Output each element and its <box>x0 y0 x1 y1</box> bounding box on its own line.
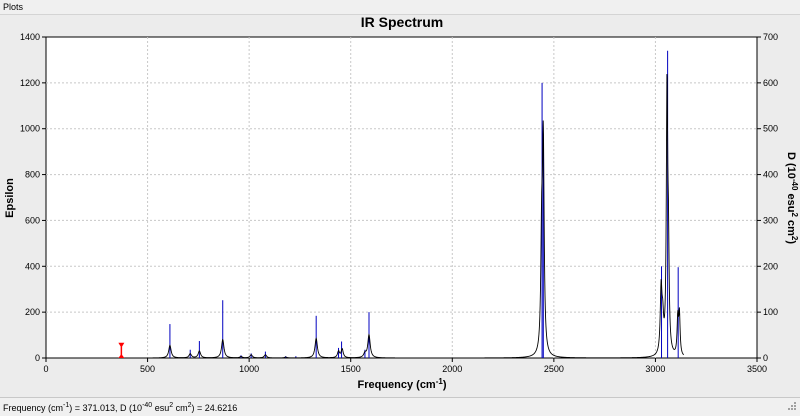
cursor-readout: Frequency (cm-1) = 371.013, D (10-40 esu… <box>3 402 238 413</box>
x-tick-label: 2000 <box>442 364 462 374</box>
x-tick-label: 3500 <box>747 364 767 374</box>
y2-tick-label: 0 <box>763 353 768 363</box>
y-axis-left: 0 200 400 600 800 1000 1200 1400 <box>20 32 46 363</box>
y-tick-label: 1000 <box>20 124 40 134</box>
y-tick-label: 600 <box>25 215 40 225</box>
x-tick-label: 500 <box>140 364 155 374</box>
window-title-bar: Plots <box>0 0 800 15</box>
y-tick-label: 200 <box>25 307 40 317</box>
y-tick-label: 800 <box>25 170 40 180</box>
y2-tick-label: 200 <box>763 261 778 271</box>
x-tick-label: 2500 <box>544 364 564 374</box>
y2-tick-label: 100 <box>763 307 778 317</box>
y2-tick-label: 600 <box>763 78 778 88</box>
plot-area[interactable]: IR Spectrum 0 500 1000 1500 2000 2500 3000 3500… <box>0 14 800 397</box>
resize-grip-icon[interactable] <box>787 401 797 411</box>
x-tick-label: 0 <box>43 364 48 374</box>
x-axis: 0 500 1000 1500 2000 2500 3000 3500 <box>43 358 767 374</box>
y2-tick-label: 300 <box>763 215 778 225</box>
plot-frame[interactable] <box>45 36 758 359</box>
y-tick-label: 1400 <box>20 32 40 42</box>
y-axis-right: 0 100 200 300 400 500 600 700 <box>757 32 778 363</box>
y2-tick-label: 700 <box>763 32 778 42</box>
y-tick-label: 1200 <box>20 78 40 88</box>
y-axis-label-left: Epsilon <box>4 178 16 218</box>
y2-tick-label: 500 <box>763 124 778 134</box>
x-tick-label: 1500 <box>341 364 361 374</box>
x-axis-label: Frequency (cm-1) <box>357 377 446 391</box>
window-title: Plots <box>3 2 24 12</box>
y-tick-label: 400 <box>25 261 40 271</box>
x-tick-label: 3000 <box>645 364 665 374</box>
status-bar: Frequency (cm-1) = 371.013, D (10-40 esu… <box>0 397 800 414</box>
y-axis-label-right: D (10-40 esu2 cm2) <box>785 152 799 244</box>
y-tick-label: 0 <box>35 353 40 363</box>
y2-tick-label: 400 <box>763 170 778 180</box>
x-tick-label: 1000 <box>239 364 259 374</box>
chart-title: IR Spectrum <box>361 15 443 30</box>
ir-spectrum-chart[interactable]: IR Spectrum 0 500 1000 1500 2000 2500 3000 3500… <box>0 14 800 397</box>
